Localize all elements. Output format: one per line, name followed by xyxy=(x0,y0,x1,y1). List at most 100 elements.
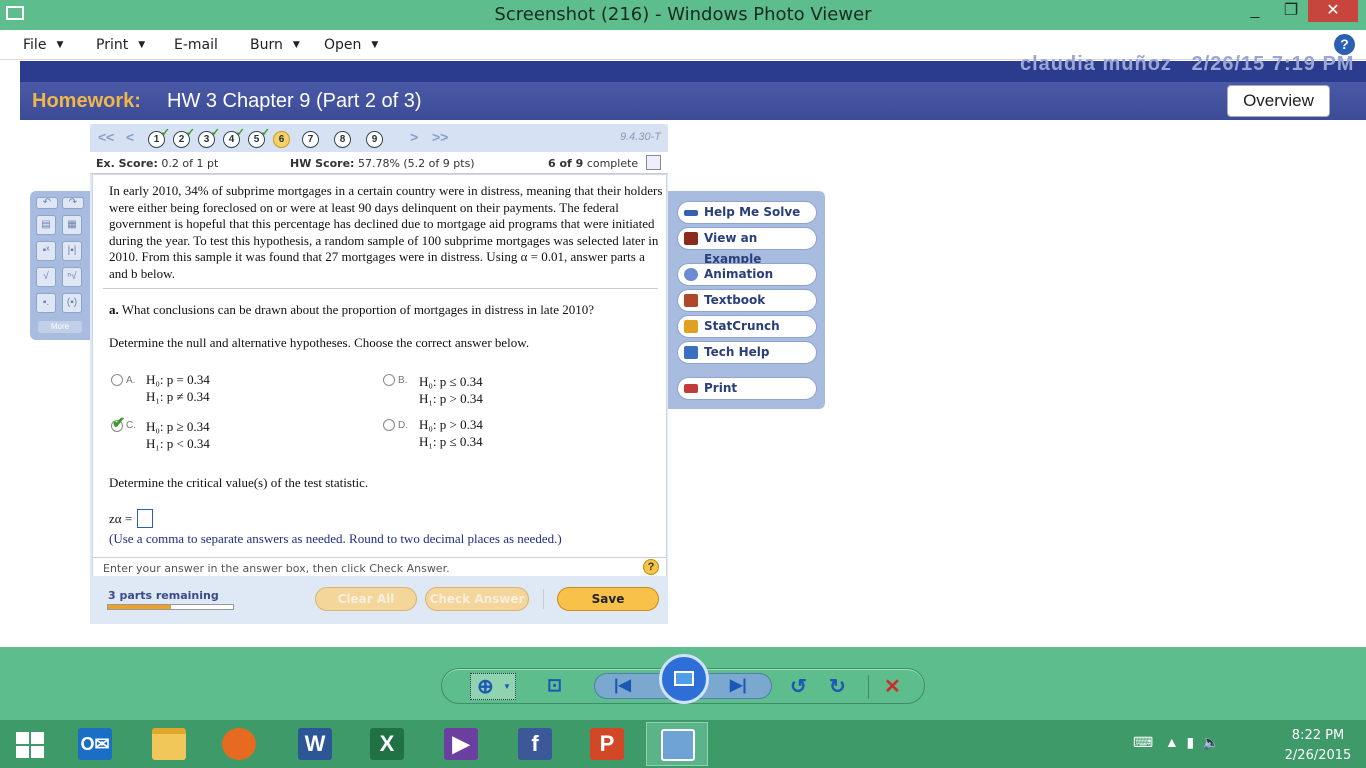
rotate-clockwise-icon[interactable]: ↻ xyxy=(829,674,846,699)
zoom-button[interactable]: ⊕ ▼ xyxy=(470,673,516,700)
minimize-button[interactable]: _ xyxy=(1240,0,1270,22)
print-button[interactable]: Print xyxy=(677,377,817,400)
taskbar-facebook[interactable]: f xyxy=(504,722,566,766)
question-nav-item[interactable]: 6 xyxy=(273,131,290,148)
square-root-icon[interactable]: √ xyxy=(36,267,56,287)
view-example-button[interactable]: View an Example xyxy=(677,227,817,266)
photo-viewer-icon xyxy=(661,729,695,761)
check-mark-icon: ✓ xyxy=(235,127,245,139)
previous-image-icon[interactable]: |◀ xyxy=(614,675,631,695)
user-name: claudia muñoz xyxy=(1020,53,1172,75)
key-icon xyxy=(684,210,698,216)
taskbar-word[interactable]: W xyxy=(284,722,346,766)
next-question-button[interactable]: > xyxy=(410,129,418,145)
taskbar-excel[interactable]: X xyxy=(356,722,418,766)
divider xyxy=(103,288,658,289)
taskbar-outlook[interactable]: O✉ xyxy=(64,722,126,766)
maximize-button[interactable]: ❐ xyxy=(1276,0,1306,22)
first-question-button[interactable]: << xyxy=(98,129,114,145)
homework-title: HW 3 Chapter 9 (Part 2 of 3) xyxy=(167,90,422,112)
question-nav-item[interactable]: 1 ✓ xyxy=(148,127,170,148)
taskbar-photo-viewer[interactable] xyxy=(646,722,708,766)
expand-icon[interactable] xyxy=(646,155,661,170)
taskbar-video[interactable]: ▶ xyxy=(430,722,492,766)
menu-print[interactable]: Print ▼ xyxy=(96,37,145,53)
option-d-text: H₀: p > 0.34 H₁: p ≤ 0.34 xyxy=(419,416,483,450)
help-me-solve-button[interactable]: Help Me Solve This xyxy=(677,201,817,240)
battery-icon[interactable]: ▮ xyxy=(1187,734,1195,750)
menu-open[interactable]: Open ▼ xyxy=(324,37,378,53)
next-image-icon[interactable]: ▶| xyxy=(730,675,747,695)
option-a-text: H₀: p = 0.34 H₁: p ≠ 0.34 xyxy=(146,371,210,405)
part-a-text: What conclusions can be drawn about the … xyxy=(121,302,594,317)
windows-logo-pane xyxy=(31,732,44,744)
hw-score-value: 57.78% (5.2 of 9 pts) xyxy=(357,157,475,170)
tech-help-button[interactable]: Tech Help xyxy=(677,341,817,364)
nth-root-icon[interactable]: ⁿ√ xyxy=(62,267,82,287)
question-nav-item[interactable]: 5 ✓ xyxy=(248,127,270,148)
session-date: 2/26/15 7:19 PM xyxy=(1191,53,1355,75)
start-button[interactable] xyxy=(0,722,62,766)
answer-format-note: (Use a comma to separate answers as need… xyxy=(109,531,562,546)
statcrunch-button[interactable]: StatCrunch xyxy=(677,315,817,338)
close-window-button[interactable]: ✕ xyxy=(1308,0,1358,22)
question-nav-item[interactable]: 3 ✓ xyxy=(198,127,220,148)
clear-all-button[interactable]: Clear All xyxy=(315,587,417,611)
more-tools-button[interactable]: More xyxy=(38,321,82,333)
option-b-h0: H₀: p ≤ 0.34 xyxy=(419,374,483,389)
question-nav-item[interactable]: 4 ✓ xyxy=(223,127,245,148)
completion-label: complete xyxy=(586,157,639,170)
critical-value-instruction: Determine the critical value(s) of the t… xyxy=(109,475,369,490)
clock[interactable]: 8:22 PM 2/26/2015 xyxy=(1278,726,1358,766)
menu-burn[interactable]: Burn ▼ xyxy=(250,37,300,53)
check-answer-button[interactable]: Check Answer xyxy=(425,587,529,611)
slideshow-button[interactable] xyxy=(659,654,709,704)
z-alpha-answer-input[interactable] xyxy=(137,509,153,528)
last-question-button[interactable]: >> xyxy=(432,129,448,145)
question-nav-item[interactable]: 7 xyxy=(302,131,319,148)
absolute-value-icon[interactable]: |▪| xyxy=(62,241,82,261)
subscript-icon[interactable]: ▪. xyxy=(36,293,56,313)
animation-label: Animation xyxy=(704,267,774,281)
option-a-h0: H₀: p = 0.34 xyxy=(146,372,210,387)
option-c-letter: C. xyxy=(126,420,136,431)
question-nav-item[interactable]: 9 xyxy=(366,131,383,148)
rotate-counterclockwise-icon[interactable]: ↺ xyxy=(790,674,807,699)
chevron-up-icon[interactable]: ▲ xyxy=(1165,734,1179,750)
exponent-icon[interactable]: ▪ˣ xyxy=(36,241,56,261)
excel-icon: X xyxy=(370,728,404,760)
check-mark-icon: ✓ xyxy=(210,127,220,139)
check-mark-icon: ✓ xyxy=(160,127,170,139)
parentheses-icon[interactable]: (▪) xyxy=(62,293,82,313)
clock-date: 2/26/2015 xyxy=(1284,748,1352,763)
menu-email[interactable]: E-mail xyxy=(174,37,218,53)
question-nav-item[interactable]: 8 xyxy=(334,131,351,148)
undo-icon[interactable]: ↶ xyxy=(36,197,58,209)
animation-button[interactable]: Animation xyxy=(677,263,817,286)
help-icon[interactable]: ? xyxy=(1334,34,1355,55)
option-b-h1: H₁: p > 0.34 xyxy=(419,391,483,406)
taskbar-powerpoint[interactable]: P xyxy=(576,722,638,766)
overview-button[interactable]: Overview xyxy=(1227,85,1330,117)
fraction-icon[interactable]: ▤ xyxy=(36,215,56,235)
statcrunch-icon xyxy=(684,320,698,333)
clock-time: 8:22 PM xyxy=(1291,728,1345,743)
taskbar-firefox[interactable] xyxy=(208,722,270,766)
question-nav-item[interactable]: 2 ✓ xyxy=(173,127,195,148)
keyboard-icon[interactable]: ⌨ xyxy=(1133,734,1153,750)
option-b-letter: B. xyxy=(398,375,408,386)
question-help-icon[interactable]: ? xyxy=(643,559,659,575)
textbook-button[interactable]: Textbook xyxy=(677,289,817,312)
taskbar-file-explorer[interactable] xyxy=(138,722,200,766)
mixed-number-icon[interactable]: ▦ xyxy=(62,215,82,235)
delete-icon[interactable]: ✕ xyxy=(884,674,901,699)
volume-icon[interactable]: 🔈 xyxy=(1202,734,1219,750)
actual-size-icon[interactable]: ⊡ xyxy=(547,675,562,696)
menu-file[interactable]: File ▼ xyxy=(23,37,63,53)
save-button[interactable]: Save xyxy=(557,587,659,611)
redo-icon[interactable]: ↷ xyxy=(62,197,84,209)
option-d-radio[interactable] xyxy=(383,419,395,431)
prev-question-button[interactable]: < xyxy=(126,129,134,145)
option-b-radio[interactable] xyxy=(383,374,395,386)
option-a-radio[interactable] xyxy=(111,374,123,386)
